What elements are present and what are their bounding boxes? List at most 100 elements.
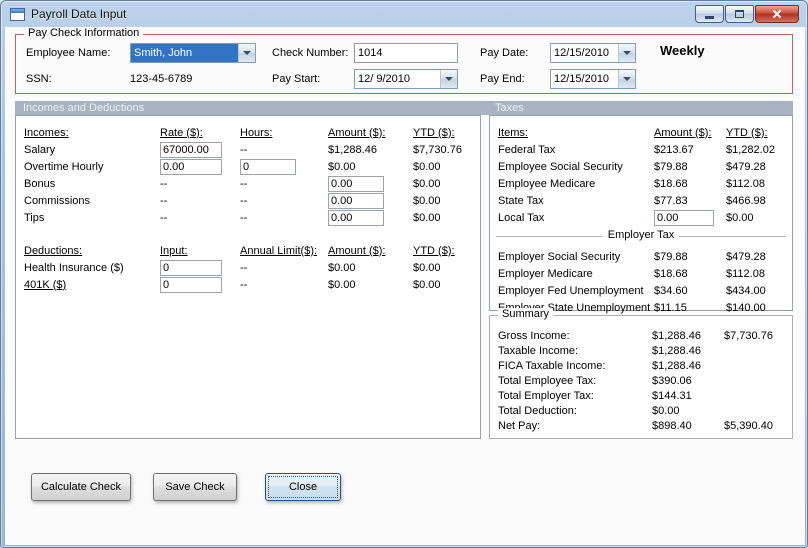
pay-end-dropdown-button[interactable] — [618, 70, 635, 88]
maximize-icon — [735, 10, 744, 18]
commissions-amount-input[interactable] — [328, 192, 384, 209]
bonus-amount-input[interactable] — [328, 175, 384, 192]
col-items: Items: — [498, 126, 528, 139]
local-tax-ytd: $0.00 — [726, 211, 754, 224]
401k-link[interactable]: 401K ($) — [24, 279, 66, 291]
col-incomes: Incomes: — [24, 126, 69, 139]
gross-income-ytd: $7,730.76 — [724, 329, 773, 342]
pay-frequency-label: Weekly — [660, 43, 705, 58]
col-amount: Amount ($): — [654, 126, 712, 139]
summary-row-deduction: Total Deduction: $0.00 — [490, 403, 792, 418]
employee-name-combobox[interactable]: Smith, John — [130, 43, 256, 63]
app-icon — [10, 7, 25, 21]
employer-ss-ytd: $479.28 — [726, 250, 766, 263]
ssn-value: 123-45-6789 — [130, 73, 193, 85]
employer-state-unemp-amount: $11.15 — [654, 301, 687, 314]
tax-row-local: Local Tax $0.00 — [490, 209, 792, 226]
check-number-input[interactable] — [354, 43, 458, 63]
federal-tax-ytd: $1,282.02 — [726, 143, 775, 156]
salary-hours: -- — [240, 143, 248, 156]
titlebar[interactable]: Payroll Data Input — [1, 1, 807, 27]
chevron-down-icon — [445, 77, 453, 81]
employer-medicare-amount: $18.68 — [654, 267, 688, 280]
overtime-ytd: $0.00 — [413, 160, 441, 173]
pay-date-dropdown-button[interactable] — [618, 44, 635, 62]
pay-end-value: 12/15/2010 — [554, 73, 610, 85]
summary-row-employer-tax: Total Employer Tax: $144.31 — [490, 388, 792, 403]
income-row-commissions: Commissions -- -- $0.00 — [16, 192, 480, 209]
taxes-section-header: Taxes — [495, 102, 524, 114]
salary-amount: $1,288.46 — [328, 143, 377, 156]
col-ytd: YTD ($): — [726, 126, 768, 139]
chevron-down-icon — [623, 77, 631, 81]
col-ytd: YTD ($): — [413, 126, 455, 139]
tax-label: Employee Social Security — [498, 160, 623, 173]
pay-start-dropdown-button[interactable] — [440, 70, 457, 88]
income-label: Tips — [24, 211, 45, 224]
income-row-tips: Tips -- -- $0.00 — [16, 209, 480, 226]
employee-ss-ytd: $479.28 — [726, 160, 766, 173]
health-insurance-input[interactable] — [160, 259, 222, 276]
income-row-salary: Salary -- $1,288.46 $7,730.76 — [16, 141, 480, 158]
income-row-bonus: Bonus -- -- $0.00 — [16, 175, 480, 192]
close-check-button[interactable]: Close — [265, 473, 341, 501]
close-button[interactable] — [755, 5, 799, 23]
pay-date-picker[interactable]: 12/15/2010 — [550, 43, 636, 63]
taxable-income-amount: $1,288.46 — [652, 344, 701, 357]
401k-input[interactable] — [160, 276, 222, 293]
health-insurance-limit: -- — [240, 261, 248, 274]
pay-end-picker[interactable]: 12/15/2010 — [550, 69, 636, 89]
tax-label: State Tax — [498, 194, 544, 207]
commissions-ytd: $0.00 — [413, 194, 441, 207]
ssn-label: SSN: — [26, 73, 52, 85]
income-label: Salary — [24, 143, 56, 156]
minimize-button[interactable] — [695, 5, 724, 23]
health-insurance-amount: $0.00 — [328, 261, 356, 274]
chevron-down-icon — [623, 51, 631, 55]
pay-start-picker[interactable]: 12/ 9/2010 — [354, 69, 458, 89]
section-header-band: Incomes and Deductions Taxes — [15, 101, 793, 115]
401k-limit: -- — [240, 278, 248, 291]
close-icon — [771, 8, 783, 20]
tax-row-employer-ss: Employer Social Security $79.88 $479.28 — [490, 248, 792, 265]
summary-label: Total Employee Tax: — [498, 374, 597, 387]
maximize-button[interactable] — [725, 5, 754, 23]
chevron-down-icon — [243, 51, 251, 55]
tips-amount-input[interactable] — [328, 209, 384, 226]
window-frame: Payroll Data Input Pay Check Information… — [0, 0, 808, 548]
employer-fed-unemp-amount: $34.60 — [654, 284, 688, 297]
col-input: Input: — [160, 244, 188, 257]
calculate-check-button[interactable]: Calculate Check — [31, 473, 131, 501]
tips-rate: -- — [160, 211, 168, 224]
employee-medicare-ytd: $112.08 — [726, 177, 765, 190]
col-rate: Rate ($): — [160, 126, 203, 139]
health-insurance-ytd: $0.00 — [413, 261, 441, 274]
col-amount: Amount ($): — [328, 244, 386, 257]
window-controls — [695, 5, 799, 23]
local-tax-input[interactable] — [654, 209, 714, 226]
income-label: Overtime Hourly — [24, 160, 104, 173]
incomes-section-header: Incomes and Deductions — [23, 102, 145, 114]
tax-row-employee-ss: Employee Social Security $79.88 $479.28 — [490, 158, 792, 175]
employee-name-label: Employee Name: — [26, 47, 111, 59]
summary-label: FICA Taxable Income: — [498, 359, 606, 372]
total-employee-tax-amount: $390.06 — [652, 374, 692, 387]
total-employer-tax-amount: $144.31 — [652, 389, 692, 402]
summary-legend: Summary — [498, 308, 554, 320]
incomes-deductions-panel: Incomes: Rate ($): Hours: Amount ($): YT… — [15, 115, 481, 439]
tax-row-employer-medicare: Employer Medicare $18.68 $112.08 — [490, 265, 792, 282]
col-ytd: YTD ($): — [413, 244, 455, 257]
employer-medicare-ytd: $112.08 — [726, 267, 765, 280]
employer-tax-label: Employer Tax — [602, 229, 680, 241]
overtime-hours-input[interactable] — [240, 158, 296, 175]
salary-rate-input[interactable] — [160, 141, 222, 158]
pay-start-label: Pay Start: — [272, 73, 321, 85]
summary-label: Gross Income: — [498, 329, 570, 342]
tax-label: Employer Social Security — [498, 250, 621, 263]
employee-name-dropdown-button[interactable] — [238, 44, 255, 62]
fica-taxable-amount: $1,288.46 — [652, 359, 701, 372]
commissions-hours: -- — [240, 194, 248, 207]
save-check-button[interactable]: Save Check — [153, 473, 237, 501]
deduction-label: Health Insurance ($) — [24, 261, 124, 274]
overtime-rate-input[interactable] — [160, 158, 222, 175]
